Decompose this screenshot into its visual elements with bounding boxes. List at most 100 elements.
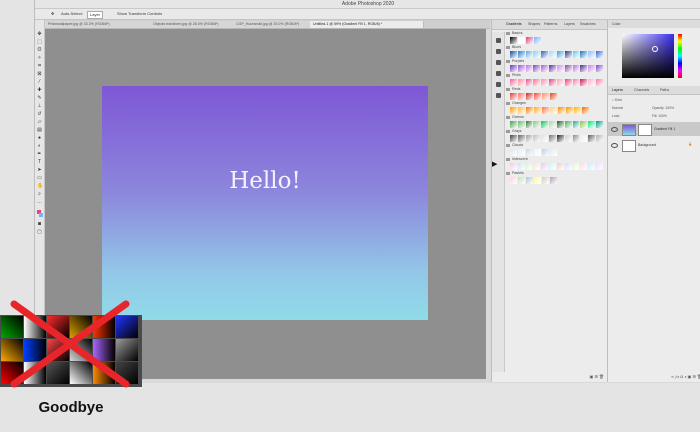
hand-tool-icon[interactable]: ✋: [37, 184, 43, 189]
tab-untitled-1[interactable]: Untitled-1 @ 59% (Gradient Fill 1, RGB/8…: [310, 21, 424, 28]
gradient-swatch[interactable]: [556, 163, 564, 170]
gradient-swatch[interactable]: [572, 79, 580, 86]
tab-objects-transform[interactable]: Objects transform.jpg @ 25.0% (RGB/8*): [150, 21, 236, 28]
gradient-groups-list[interactable]: Basics Blues Purples Pinks Reds Oranges Greens…: [506, 31, 604, 371]
gradient-swatch[interactable]: [510, 93, 517, 100]
path-selection-tool-icon[interactable]: ➤: [37, 168, 42, 173]
more-tools-icon[interactable]: …: [37, 200, 42, 205]
gradient-swatch[interactable]: [525, 79, 533, 86]
gradient-swatch[interactable]: [596, 135, 603, 142]
gradient-swatch[interactable]: [533, 51, 541, 58]
gradient-swatch[interactable]: [564, 51, 572, 58]
new-group-icon[interactable]: ▣: [590, 374, 594, 379]
gradient-swatch[interactable]: [533, 163, 541, 170]
gradient-swatch[interactable]: [556, 51, 564, 58]
color-panel-header[interactable]: Color: [608, 20, 700, 28]
gradient-swatch[interactable]: [510, 51, 517, 58]
gradient-swatch[interactable]: [510, 79, 517, 86]
tab-shapes[interactable]: Shapes: [528, 22, 540, 26]
gradient-swatch[interactable]: [556, 121, 564, 128]
gradient-swatch[interactable]: [518, 37, 525, 44]
gradient-swatch[interactable]: [588, 65, 596, 72]
gradient-swatch[interactable]: [526, 37, 533, 44]
gradient-swatch[interactable]: [517, 163, 525, 170]
gradient-swatch[interactable]: [534, 93, 541, 100]
gradient-swatch[interactable]: [549, 65, 556, 72]
color-picker-handle[interactable]: [652, 46, 658, 52]
gradient-swatch[interactable]: [556, 79, 564, 86]
gradient-swatch[interactable]: [517, 65, 525, 72]
gradient-swatch[interactable]: [510, 177, 517, 184]
gradient-swatch[interactable]: [510, 135, 517, 142]
gradient-swatch[interactable]: [556, 135, 564, 142]
gradient-swatch[interactable]: [572, 65, 580, 72]
gradient-swatch[interactable]: [517, 135, 525, 142]
gradient-swatch[interactable]: [580, 121, 588, 128]
gradient-swatch[interactable]: [541, 121, 549, 128]
adjustment-layer-icon[interactable]: ◑: [684, 374, 686, 379]
gradient-swatch[interactable]: [534, 107, 541, 114]
gradient-swatch[interactable]: [542, 107, 549, 114]
eyedropper-tool-icon[interactable]: ⁄: [37, 80, 42, 85]
gradient-swatch[interactable]: [526, 93, 533, 100]
gradient-swatch[interactable]: [550, 149, 557, 156]
move-tool-icon[interactable]: ✥: [49, 11, 56, 17]
frame-tool-icon[interactable]: ⊠: [37, 72, 42, 77]
gradient-group-header[interactable]: Basics: [506, 31, 604, 36]
gradient-swatch[interactable]: [549, 121, 556, 128]
tab-paths[interactable]: Paths: [660, 86, 669, 94]
gradient-swatch[interactable]: [533, 65, 541, 72]
gradient-swatch[interactable]: [541, 51, 549, 58]
new-group-icon[interactable]: ▣: [688, 374, 692, 379]
gradient-group-header[interactable]: Purples: [506, 59, 604, 64]
gradient-swatch[interactable]: [596, 51, 603, 58]
gradient-swatch[interactable]: [542, 177, 549, 184]
tab-gradients[interactable]: Gradients: [506, 22, 522, 26]
paragraph-icon[interactable]: [495, 93, 501, 98]
gradient-swatch[interactable]: [596, 65, 603, 72]
clone-stamp-tool-icon[interactable]: ⊥: [37, 104, 42, 109]
gradient-group-header[interactable]: Clouds: [506, 143, 604, 148]
blur-tool-icon[interactable]: ●: [37, 136, 42, 141]
gradient-group-header[interactable]: Oranges: [506, 101, 604, 106]
delete-gradient-icon[interactable]: 🗑: [599, 374, 604, 379]
gradient-swatch[interactable]: [510, 163, 517, 170]
auto-select-checkbox[interactable]: Auto-Select:: [59, 11, 85, 17]
gradient-swatch[interactable]: [580, 163, 588, 170]
gradient-swatch[interactable]: [564, 135, 572, 142]
gradient-group-header[interactable]: Pinks: [506, 73, 604, 78]
gradient-swatch[interactable]: [549, 51, 556, 58]
gradient-swatch[interactable]: [564, 163, 572, 170]
mask-icon[interactable]: ◘: [680, 374, 682, 379]
gradient-swatch[interactable]: [588, 163, 596, 170]
gradient-swatch[interactable]: [518, 149, 525, 156]
history-brush-tool-icon[interactable]: ↺: [37, 112, 42, 117]
gradient-group-header[interactable]: Greens: [506, 115, 604, 120]
gradient-swatch[interactable]: [510, 149, 517, 156]
fx-icon[interactable]: ƒx: [675, 374, 679, 379]
hue-slider[interactable]: [678, 34, 682, 78]
healing-brush-tool-icon[interactable]: ✚: [37, 88, 42, 93]
gradient-swatch[interactable]: [572, 135, 580, 142]
gradient-swatch[interactable]: [510, 65, 517, 72]
marquee-tool-icon[interactable]: ⬚: [37, 40, 42, 45]
gradient-swatch[interactable]: [541, 135, 549, 142]
gradient-swatch[interactable]: [525, 51, 533, 58]
link-icon[interactable]: ∞: [671, 374, 674, 379]
gradient-group-header[interactable]: Reds: [506, 87, 604, 92]
new-gradient-icon[interactable]: ⊞: [594, 374, 597, 379]
gradient-swatch[interactable]: [556, 65, 564, 72]
gradient-swatch[interactable]: [588, 79, 596, 86]
tab-cgp-hoursmall[interactable]: CGP_Hoursmall.jpg @ 25.0% (RGB/8*): [233, 21, 313, 28]
gradient-swatch[interactable]: [542, 93, 549, 100]
gradient-swatch[interactable]: [564, 79, 572, 86]
gradient-swatch[interactable]: [517, 51, 525, 58]
tab-swatches[interactable]: Swatches: [580, 22, 596, 26]
gradient-swatch[interactable]: [558, 107, 565, 114]
tab-patterns[interactable]: Patterns: [544, 22, 557, 26]
gradient-swatch[interactable]: [517, 79, 525, 86]
eye-icon[interactable]: [611, 127, 618, 132]
blend-mode-select[interactable]: Normal: [612, 106, 623, 110]
gradient-swatch[interactable]: [534, 37, 541, 44]
opacity-field[interactable]: Opacity: 100%: [652, 105, 674, 111]
